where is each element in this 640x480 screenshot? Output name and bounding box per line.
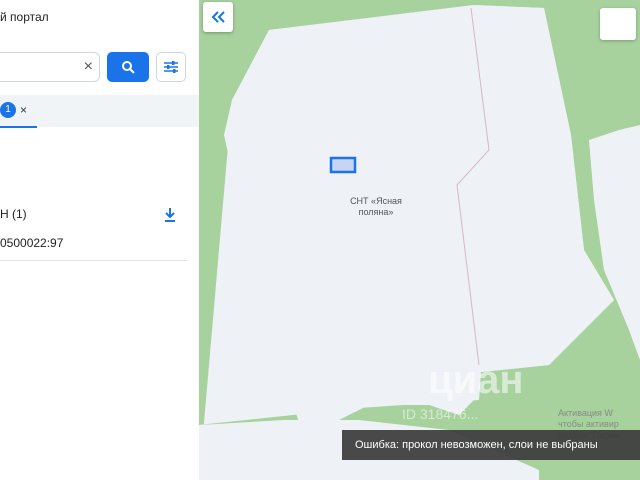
filter-icon [164, 61, 178, 73]
filter-button[interactable] [156, 52, 186, 82]
map-control-button[interactable] [600, 8, 636, 40]
double-chevron-left-icon [211, 11, 225, 23]
sidebar-panel: й портал × 1 × Н (1) 0500022:97 [0, 0, 199, 480]
land-area-right [589, 125, 640, 360]
portal-title: й портал [0, 10, 49, 24]
results-tabs: 1 × [0, 95, 199, 128]
search-icon [122, 61, 135, 74]
map-canvas[interactable] [199, 0, 640, 480]
group-label: Н (1) [0, 207, 27, 221]
cadastral-number-item[interactable]: 0500022:97 [0, 236, 63, 250]
parcel-outline [329, 156, 357, 174]
close-icon[interactable]: × [84, 58, 93, 76]
tab-close-button[interactable]: × [20, 102, 27, 118]
download-icon[interactable] [163, 207, 177, 223]
divider [0, 260, 188, 261]
error-toast: Ошибка: прокол невозможен, слои не выбра… [342, 430, 640, 460]
search-button[interactable] [107, 52, 149, 82]
result-group-header: Н (1) [0, 207, 188, 225]
collapse-sidebar-button[interactable] [203, 2, 233, 32]
map-layer [199, 5, 640, 480]
search-input[interactable]: × [0, 52, 100, 82]
tab-count-badge: 1 [0, 102, 16, 118]
tab-results[interactable]: 1 × [0, 95, 37, 128]
land-area-main [224, 5, 614, 422]
map-label-snt: СНТ «Ясная поляна» [350, 196, 402, 217]
